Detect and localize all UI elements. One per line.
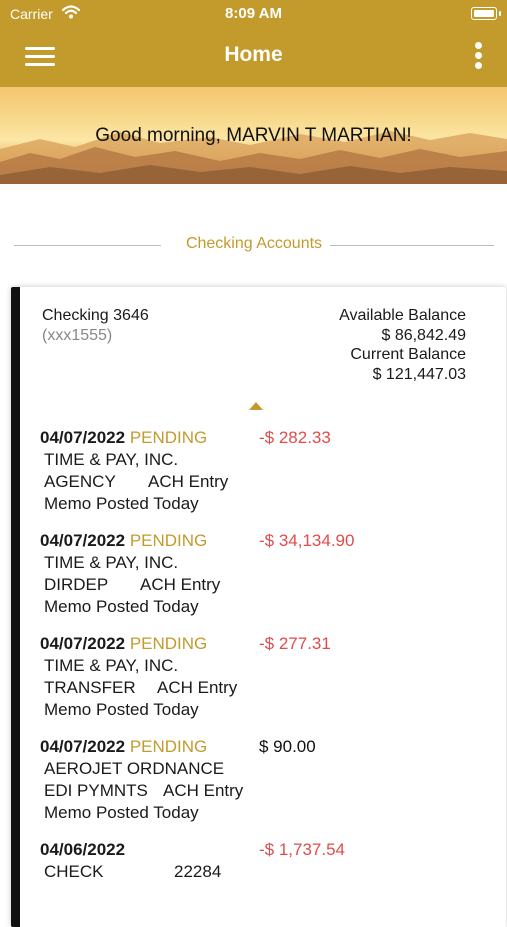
transaction-desc: DIRDEP	[44, 575, 109, 594]
transaction-amount: -$ 34,134.90	[259, 531, 355, 550]
transaction-memo: Memo Posted Today	[44, 803, 199, 822]
transaction-item[interactable]: 04/07/2022 PENDING $ 90.00 AEROJET ORDNA…	[40, 736, 480, 824]
transaction-memo: Memo Posted Today	[44, 700, 199, 719]
check-number: 22284	[174, 862, 222, 881]
transaction-desc: TRANSFER	[44, 678, 136, 697]
greeting-text: Good morning, MARVIN T MARTIAN!	[95, 125, 412, 146]
app-header: Carrier 8:09 AM Home	[0, 0, 507, 87]
transaction-desc: AGENCY	[44, 472, 116, 491]
transaction-payee: AEROJET ORDNANCE	[44, 759, 225, 778]
transaction-date: 04/07/2022	[40, 737, 126, 756]
status-bar: Carrier 8:09 AM	[0, 0, 507, 28]
section-title-text: Checking Accounts	[177, 235, 331, 252]
caret-up-icon[interactable]	[249, 402, 263, 410]
transaction-date: 04/07/2022	[40, 531, 126, 550]
available-balance-label: Available Balance	[339, 307, 466, 324]
transaction-date: 04/07/2022	[40, 634, 126, 653]
current-balance-label: Current Balance	[350, 346, 466, 363]
more-vertical-icon[interactable]	[471, 41, 485, 71]
transaction-date: 04/07/2022	[40, 428, 126, 447]
transaction-type: ACH Entry	[157, 678, 238, 697]
transaction-payee: TIME & PAY, INC.	[44, 553, 179, 572]
battery-icon	[471, 7, 501, 20]
transaction-item[interactable]: 04/06/2022 -$ 1,737.54 CHECK 22284	[40, 839, 480, 883]
account-name: Checking 3646	[42, 307, 149, 324]
account-mask: (xxx1555)	[42, 327, 113, 344]
transaction-item[interactable]: 04/07/2022 PENDING -$ 277.31 TIME & PAY,…	[40, 633, 480, 721]
account-card[interactable]: Checking 3646 (xxx1555) Available Balanc…	[11, 287, 506, 927]
transaction-payee: TIME & PAY, INC.	[44, 656, 179, 675]
transaction-status: PENDING	[129, 737, 208, 756]
page-title: Home	[224, 43, 283, 66]
transaction-type: ACH Entry	[148, 472, 229, 491]
transaction-amount: -$ 277.31	[259, 634, 331, 653]
section-header: Checking Accounts	[14, 235, 494, 255]
transaction-type: ACH Entry	[163, 781, 244, 800]
transaction-status: PENDING	[129, 428, 208, 447]
transaction-type: ACH Entry	[140, 575, 221, 594]
current-balance-value: $ 121,447.03	[372, 366, 466, 383]
transaction-amount: $ 90.00	[259, 737, 316, 756]
section-title: Checking Accounts	[14, 235, 494, 253]
greeting-banner: Good morning, MARVIN T MARTIAN!	[0, 87, 507, 184]
transaction-status: PENDING	[129, 634, 208, 653]
transaction-item[interactable]: 04/07/2022 PENDING -$ 282.33 TIME & PAY,…	[40, 427, 480, 515]
transaction-amount: -$ 282.33	[259, 428, 331, 447]
transaction-memo: Memo Posted Today	[44, 494, 199, 513]
transaction-status: PENDING	[129, 531, 208, 550]
status-time: 8:09 AM	[225, 5, 282, 22]
transaction-payee: TIME & PAY, INC.	[44, 450, 179, 469]
transaction-date: 04/06/2022	[40, 840, 126, 859]
transaction-item[interactable]: 04/07/2022 PENDING -$ 34,134.90 TIME & P…	[40, 530, 480, 618]
transaction-payee: CHECK	[44, 862, 104, 881]
transaction-memo: Memo Posted Today	[44, 597, 199, 616]
transaction-amount: -$ 1,737.54	[259, 840, 346, 859]
available-balance-value: $ 86,842.49	[381, 327, 466, 344]
nav-bar: Home	[0, 28, 507, 87]
transaction-desc: EDI PYMNTS	[44, 781, 148, 800]
